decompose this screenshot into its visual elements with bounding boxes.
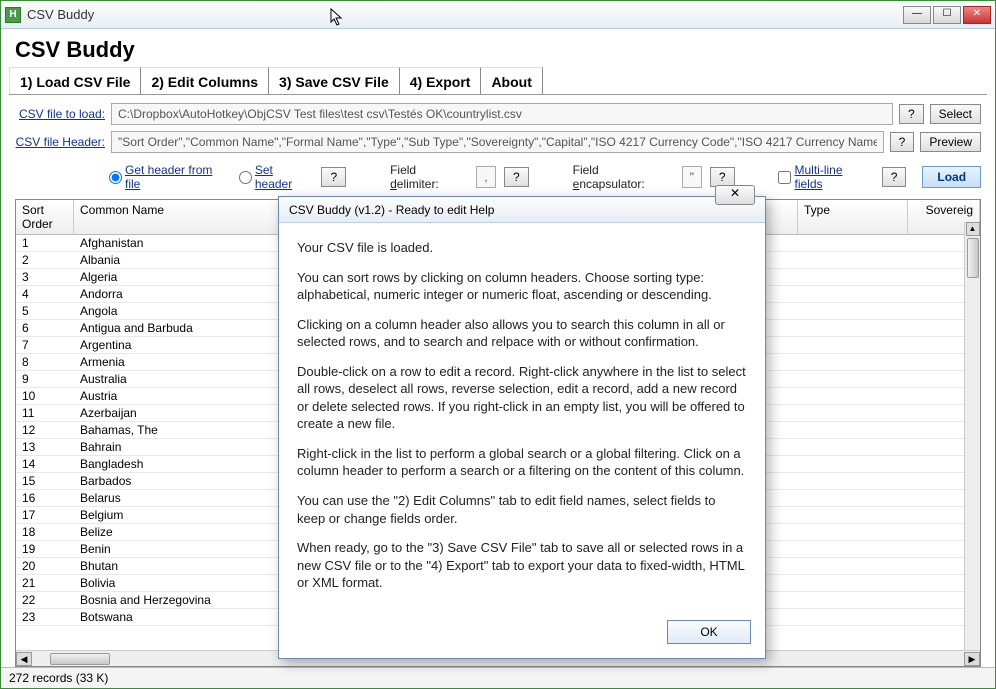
cell-sort-order: 22: [16, 593, 74, 607]
delimiter-help-button[interactable]: ?: [504, 167, 529, 187]
dialog-body: Your CSV file is loaded. You can sort ro…: [279, 223, 765, 612]
app-title: CSV Buddy: [1, 29, 995, 67]
dialog-title-text: CSV Buddy (v1.2) - Ready to edit Help: [289, 203, 755, 217]
dialog-close-button[interactable]: ✕: [715, 185, 755, 205]
dialog-p1: Your CSV file is loaded.: [297, 239, 747, 257]
dialog-p7: When ready, go to the "3) Save CSV File"…: [297, 539, 747, 592]
cell-sort-order: 5: [16, 304, 74, 318]
maximize-button[interactable]: ☐: [933, 6, 961, 24]
file-header-label: CSV file Header:: [15, 135, 105, 149]
cell-sort-order: 13: [16, 440, 74, 454]
tab-load-csv[interactable]: 1) Load CSV File: [9, 67, 141, 94]
cell-sort-order: 19: [16, 542, 74, 556]
load-form: CSV file to load: ? Select CSV file Head…: [1, 95, 995, 161]
col-sort-order[interactable]: Sort Order: [16, 200, 74, 234]
cell-sort-order: 18: [16, 525, 74, 539]
cell-sort-order: 8: [16, 355, 74, 369]
tab-export[interactable]: 4) Export: [400, 67, 482, 94]
preview-button[interactable]: Preview: [920, 132, 981, 152]
scroll-up-arrow-icon[interactable]: ▲: [966, 222, 980, 236]
hscroll-thumb[interactable]: [50, 653, 110, 665]
load-button[interactable]: Load: [922, 166, 981, 188]
cell-sort-order: 6: [16, 321, 74, 335]
header-input[interactable]: [111, 131, 884, 153]
file-help-button[interactable]: ?: [899, 104, 924, 124]
dialog-ok-button[interactable]: OK: [667, 620, 751, 644]
vertical-scrollbar[interactable]: ▲: [964, 222, 980, 650]
dialog-p6: You can use the "2) Edit Columns" tab to…: [297, 492, 747, 527]
cell-sort-order: 2: [16, 253, 74, 267]
titlebar[interactable]: H CSV Buddy — ☐ ✕: [1, 1, 995, 29]
cell-sort-order: 12: [16, 423, 74, 437]
minimize-button[interactable]: —: [903, 6, 931, 24]
cell-sort-order: 3: [16, 270, 74, 284]
cell-sort-order: 9: [16, 372, 74, 386]
dialog-titlebar[interactable]: CSV Buddy (v1.2) - Ready to edit Help: [279, 197, 765, 223]
cell-sort-order: 11: [16, 406, 74, 420]
vscroll-thumb[interactable]: [967, 238, 979, 278]
dialog-p2: You can sort rows by clicking on column …: [297, 269, 747, 304]
cell-sort-order: 7: [16, 338, 74, 352]
dialog-p4: Double-click on a row to edit a record. …: [297, 363, 747, 433]
col-type[interactable]: Type: [798, 200, 908, 234]
set-header-radio[interactable]: Set header: [239, 163, 314, 191]
cell-sort-order: 20: [16, 559, 74, 573]
multiline-checkbox[interactable]: Multi-line fields: [778, 163, 873, 191]
get-header-radio[interactable]: Get header from file: [109, 163, 231, 191]
delimiter-input[interactable]: [476, 166, 496, 188]
cell-sort-order: 1: [16, 236, 74, 250]
dialog-p5: Right-click in the list to perform a glo…: [297, 445, 747, 480]
window-title: CSV Buddy: [27, 7, 903, 22]
dialog-p3: Clicking on a column header also allows …: [297, 316, 747, 351]
select-file-button[interactable]: Select: [930, 104, 981, 124]
header-opt-help-button[interactable]: ?: [321, 167, 346, 187]
cell-sort-order: 16: [16, 491, 74, 505]
cell-sort-order: 4: [16, 287, 74, 301]
cell-sort-order: 15: [16, 474, 74, 488]
tab-edit-columns[interactable]: 2) Edit Columns: [141, 67, 269, 94]
encapsulator-help-button[interactable]: ?: [710, 167, 735, 187]
header-help-button[interactable]: ?: [890, 132, 915, 152]
status-bar: 272 records (33 K): [1, 667, 995, 688]
tab-about[interactable]: About: [481, 67, 542, 94]
cell-sort-order: 17: [16, 508, 74, 522]
scroll-right-arrow-icon[interactable]: ▶: [964, 652, 980, 666]
file-path-input[interactable]: [111, 103, 893, 125]
encapsulator-label: Field encapsulator:: [573, 163, 674, 191]
scroll-left-arrow-icon[interactable]: ◀: [16, 652, 32, 666]
file-to-load-label: CSV file to load:: [15, 107, 105, 121]
encapsulator-input[interactable]: [682, 166, 702, 188]
cell-sort-order: 21: [16, 576, 74, 590]
close-button[interactable]: ✕: [963, 6, 991, 24]
help-dialog: ✕ CSV Buddy (v1.2) - Ready to edit Help …: [278, 196, 766, 659]
cell-sort-order: 23: [16, 610, 74, 624]
delimiter-label: Field delimiter:: [390, 163, 468, 191]
multiline-help-button[interactable]: ?: [882, 167, 907, 187]
tab-bar: 1) Load CSV File 2) Edit Columns 3) Save…: [9, 67, 987, 95]
cell-sort-order: 10: [16, 389, 74, 403]
tab-save-csv[interactable]: 3) Save CSV File: [269, 67, 400, 94]
cell-sort-order: 14: [16, 457, 74, 471]
app-icon: H: [5, 7, 21, 23]
options-row: Get header from file Set header ? Field …: [1, 161, 995, 199]
